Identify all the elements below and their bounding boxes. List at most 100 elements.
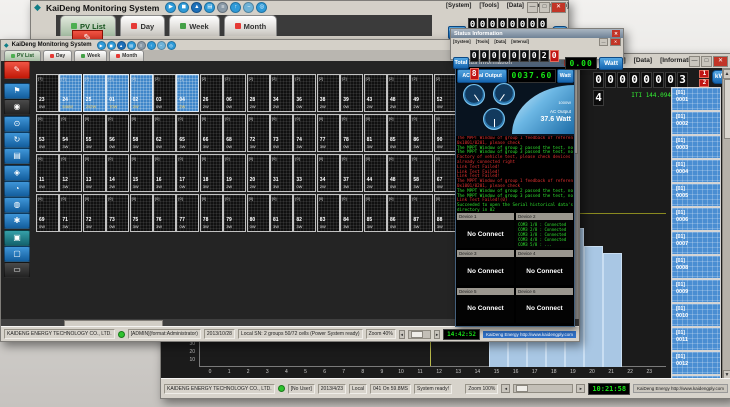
pv-panel-tile[interactable]: [0]883W — [434, 194, 457, 232]
pv-panel-tile[interactable]: [0]863W — [410, 114, 433, 152]
pv-panel-tile[interactable]: [7]230W — [36, 74, 59, 112]
zoom-in-icon[interactable]: ► — [576, 384, 585, 393]
pv-panel-tile[interactable]: [0]780W — [340, 114, 363, 152]
maximize-button[interactable]: □ — [539, 2, 550, 13]
pv-panel-tile[interactable]: [0]730W — [106, 194, 129, 232]
pv-panel-tile[interactable]: [0]743W — [293, 114, 316, 152]
pv-panel-tile[interactable]: [0]123W — [59, 154, 82, 192]
pv-panel-tile[interactable]: [0]723W — [83, 194, 106, 232]
report-icon[interactable]: ▤ — [127, 41, 136, 50]
pv-panel-tile[interactable]: [0]680W — [223, 114, 246, 152]
pv-panel-tile[interactable]: [0]730W — [270, 114, 293, 152]
scroll-thumb[interactable] — [724, 79, 730, 139]
pv-panel-tile[interactable]: [0]813W — [270, 194, 293, 232]
refresh-button[interactable]: ↻ — [4, 132, 30, 148]
network-button[interactable]: ◍ — [4, 197, 30, 213]
device-cell[interactable]: Device 6No Connect — [516, 288, 573, 323]
pv-panel-tile[interactable]: [0]583W — [410, 154, 433, 192]
menu-tools[interactable]: [Tools] — [476, 39, 490, 44]
pin-icon[interactable]: ↑ — [147, 41, 156, 50]
list-icon[interactable]: ≡ — [217, 2, 228, 13]
pin-icon[interactable]: ↑ — [230, 2, 241, 13]
pv-panel-tile[interactable]: [7]25252W — [83, 74, 106, 112]
monitor-button[interactable]: ▢ — [4, 246, 30, 262]
menu-interval[interactable]: [Interval] — [511, 39, 529, 44]
pv-panel-tile[interactable]: [0]330W — [293, 154, 316, 192]
pv-list-item[interactable]: [01]0007 — [671, 231, 721, 255]
tab-week[interactable]: Week — [74, 50, 107, 61]
pv-panel-tile[interactable]: [0]192W — [223, 154, 246, 192]
pv-panel-tile[interactable]: [2]0170W — [106, 74, 129, 112]
pv-list-item[interactable]: [01]0011 — [671, 327, 721, 351]
pv-panel-tile[interactable]: [0]843W — [340, 194, 363, 232]
report-icon[interactable]: ▤ — [204, 2, 215, 13]
status-popup-window[interactable]: Status Information ✕ [System][Tools][Dat… — [450, 28, 624, 60]
close-button[interactable]: ✕ — [551, 2, 566, 13]
alarm-button[interactable]: ◈ — [4, 165, 30, 181]
pv-panel-tile[interactable]: [0]560W — [106, 114, 129, 152]
pv-panel-tile[interactable]: [0]770W — [176, 194, 199, 232]
pv-panel-tile[interactable]: [2]342W — [270, 74, 293, 112]
pv-panel-tile[interactable]: [2]390W — [340, 74, 363, 112]
menu-data[interactable]: [Data] — [507, 3, 524, 9]
device-cell[interactable]: Device 2COM3 1/8 : ConnectedCOM3 2/8 : C… — [516, 213, 573, 248]
device-cell[interactable]: Device 1No Connect — [457, 213, 514, 248]
stop-icon[interactable]: ◼ — [107, 41, 116, 50]
pv-panel-tile[interactable]: [2]262W — [200, 74, 223, 112]
pv-list-item[interactable]: [01]0005 — [671, 183, 721, 207]
edit-tool-button[interactable]: ✎ — [4, 61, 30, 79]
zoom-out-icon[interactable]: ◄ — [501, 384, 510, 393]
pv-panel-tile[interactable]: [0]543W — [59, 114, 82, 152]
pv-list-scrollbar[interactable]: ▲ ▼ — [722, 68, 730, 381]
menu-system[interactable]: [System] — [446, 3, 471, 9]
vendor-link[interactable]: KaiDeng Energy http://www.kaidengply.com — [633, 384, 728, 393]
event-log-terminal[interactable]: The MPPT Window of group 1 feedback of r… — [457, 136, 573, 213]
pv-list-item[interactable]: [01]0009 — [671, 279, 721, 303]
pv-panel-tile[interactable]: [0]763W — [153, 194, 176, 232]
device-cell[interactable]: Device 3No Connect — [457, 250, 514, 285]
pv-panel-tile[interactable]: [0]900W — [434, 114, 457, 152]
lock-icon[interactable]: ▲ — [191, 2, 202, 13]
pv-panel-tile[interactable]: [0]773W — [317, 114, 340, 152]
pv-panel-tile[interactable]: [2]060W — [223, 74, 246, 112]
pv-panel-tile[interactable]: [0]553W — [83, 114, 106, 152]
status-information-panel[interactable]: Status Information ✕ AC Total Output 003… — [455, 57, 575, 327]
pv-panel-tile[interactable]: [0]342W — [317, 154, 340, 192]
flag-button[interactable]: ⚑ — [4, 83, 30, 99]
pv-panel-tile[interactable]: [0]793W — [223, 194, 246, 232]
pv-list-item[interactable]: [01]0012 — [671, 351, 721, 375]
tab-week[interactable]: Week — [169, 15, 219, 36]
pv-panel-tile[interactable]: [0]163W — [153, 154, 176, 192]
settings-button[interactable]: ✱ — [4, 213, 30, 229]
close-icon[interactable]: ✕ — [612, 30, 620, 37]
pv-panel-tile[interactable]: [0]813W — [364, 114, 387, 152]
tab-pv-list[interactable]: PV List — [4, 50, 41, 61]
device-cell[interactable]: Device 5No Connect — [457, 288, 514, 323]
pv-panel-tile[interactable]: [2]382W — [317, 74, 340, 112]
report-button[interactable]: ▤ — [4, 148, 30, 164]
minus-icon[interactable]: − — [243, 2, 254, 13]
play-icon[interactable]: ▶ — [97, 41, 106, 50]
pv-panel-tile[interactable]: [2]042W — [176, 74, 199, 112]
menu-tools[interactable]: [Tools] — [479, 3, 499, 9]
pv-panel-tile[interactable]: [0]480W — [387, 154, 410, 192]
pv-panel-tile[interactable]: [0]110W — [36, 154, 59, 192]
menu-system[interactable]: [System] — [453, 39, 471, 44]
pv-panel-tile[interactable]: [0]183W — [200, 154, 223, 192]
pv-list-item[interactable]: [01]0004 — [671, 159, 721, 183]
pv-panel-tile[interactable]: [0]663W — [200, 114, 223, 152]
pv-panel-tile[interactable]: [0]442W — [364, 154, 387, 192]
pv-panel-tile[interactable]: [0]583W — [130, 114, 153, 152]
pv-panel-tile[interactable]: [0]313W — [270, 154, 293, 192]
pv-panel-tile[interactable]: [0]873W — [410, 194, 433, 232]
pv-panel-tile[interactable]: [0]530W — [36, 114, 59, 152]
camera-button[interactable]: ▣ — [4, 230, 30, 246]
lock-icon[interactable]: ▲ — [117, 41, 126, 50]
pv-panel-tile[interactable]: [0]153W — [130, 154, 153, 192]
pv-panel-tile[interactable]: [0]830W — [317, 194, 340, 232]
pv-panel-tile[interactable]: [0]130W — [83, 154, 106, 192]
pv-panel-tile[interactable]: [0]850W — [387, 114, 410, 152]
display-button[interactable]: ▭ — [4, 262, 30, 278]
pv-panel-tile[interactable]: [0]713W — [59, 194, 82, 232]
pv-panel-tile[interactable]: [0]653W — [176, 114, 199, 152]
